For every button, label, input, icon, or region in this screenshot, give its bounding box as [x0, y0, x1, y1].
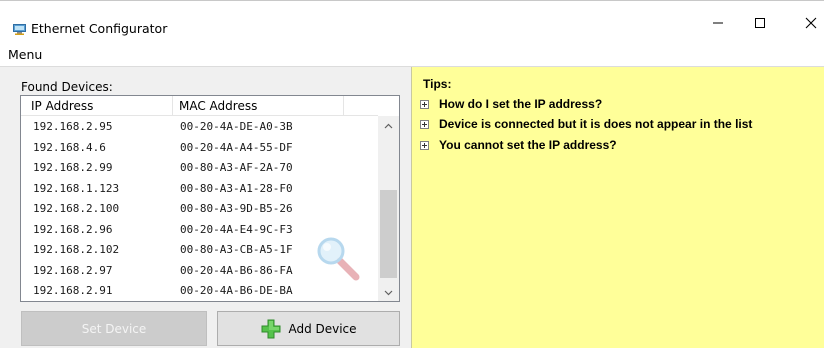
mac-address-cell: 00-20-4A-B6-DE-BA: [180, 284, 293, 297]
mac-address-cell: 00-20-4A-E4-9C-F3: [180, 222, 293, 236]
tip-text: Device is connected but it is does not a…: [439, 117, 753, 131]
close-button[interactable]: [788, 3, 824, 43]
chevron-down-icon: [384, 285, 393, 299]
ip-address-cell: 192.168.2.97: [33, 263, 113, 277]
mac-address-cell: 00-80-A3-CB-A5-1F: [180, 243, 293, 256]
scroll-down-button[interactable]: [378, 283, 399, 301]
vertical-scrollbar[interactable]: [378, 116, 399, 301]
table-row[interactable]: 192.168.2.100 00-80-A3-9D-B5-26: [21, 198, 378, 219]
mac-address-cell: 00-20-4A-B6-86-FA: [180, 263, 293, 277]
table-row[interactable]: 192.168.1.123 00-80-A3-A1-28-F0: [21, 178, 378, 199]
mac-address-cell: 00-20-4A-DE-A0-3B: [180, 120, 293, 133]
tip-item[interactable]: How do I set the IP address?: [420, 96, 602, 112]
expand-plus-icon[interactable]: [420, 119, 429, 129]
column-header-mac[interactable]: MAC Address: [179, 99, 257, 113]
tip-text: You cannot set the IP address?: [439, 138, 617, 152]
minimize-button[interactable]: [695, 3, 741, 43]
close-icon: [805, 17, 817, 29]
table-row[interactable]: 192.168.2.99 00-80-A3-AF-2A-70: [21, 157, 378, 178]
add-device-label: Add Device: [288, 321, 357, 336]
ip-address-cell: 192.168.2.95: [33, 120, 113, 133]
add-device-button[interactable]: Add Device: [217, 311, 400, 346]
scrollbar-thumb[interactable]: [380, 190, 397, 278]
set-device-button[interactable]: Set Device: [21, 311, 207, 346]
table-row[interactable]: 192.168.4.6 00-20-4A-A4-55-DF: [21, 137, 378, 158]
mac-address-cell: 00-80-A3-9D-B5-26: [180, 202, 293, 215]
ip-address-cell: 192.168.2.100: [33, 202, 120, 215]
ip-address-cell: 192.168.1.123: [33, 181, 120, 195]
menu-item-menu[interactable]: Menu: [8, 47, 42, 62]
tips-panel: Tips: How do I set the IP address? Devic…: [411, 67, 824, 348]
title-bar[interactable]: Ethernet Configurator: [0, 1, 824, 44]
tip-item[interactable]: Device is connected but it is does not a…: [420, 116, 752, 132]
tip-text: How do I set the IP address?: [439, 97, 603, 111]
column-divider[interactable]: [172, 96, 173, 116]
set-device-label: Set Device: [81, 321, 147, 336]
ip-address-cell: 192.168.2.96: [33, 222, 113, 236]
expand-plus-icon[interactable]: [420, 99, 429, 109]
add-icon: [260, 318, 282, 340]
mac-address-cell: 00-80-A3-AF-2A-70: [180, 161, 293, 174]
tips-title: Tips:: [423, 77, 452, 91]
ip-address-cell: 192.168.4.6: [33, 140, 106, 154]
chevron-up-icon: [384, 118, 393, 132]
list-header: IP Address MAC Address: [21, 96, 378, 116]
menu-bar: Menu: [0, 44, 824, 66]
window-title: Ethernet Configurator: [31, 21, 168, 36]
tip-item[interactable]: You cannot set the IP address?: [420, 137, 617, 153]
magnifier-icon: [313, 233, 365, 285]
table-row[interactable]: 192.168.2.95 00-20-4A-DE-A0-3B: [21, 116, 378, 137]
maximize-icon: [754, 17, 766, 29]
minimize-icon: [712, 22, 724, 24]
ip-address-cell: 192.168.2.91: [33, 284, 113, 297]
mac-address-cell: 00-20-4A-A4-55-DF: [180, 140, 293, 154]
column-divider[interactable]: [343, 96, 344, 116]
column-header-ip[interactable]: IP Address: [31, 99, 93, 113]
network-app-icon: [13, 24, 26, 35]
found-devices-label: Found Devices:: [21, 80, 113, 94]
ip-address-cell: 192.168.2.99: [33, 161, 113, 174]
scroll-up-button[interactable]: [378, 116, 399, 134]
maximize-button[interactable]: [737, 3, 783, 43]
expand-plus-icon[interactable]: [420, 140, 429, 150]
mac-address-cell: 00-80-A3-A1-28-F0: [180, 181, 293, 195]
ip-address-cell: 192.168.2.102: [33, 243, 120, 256]
